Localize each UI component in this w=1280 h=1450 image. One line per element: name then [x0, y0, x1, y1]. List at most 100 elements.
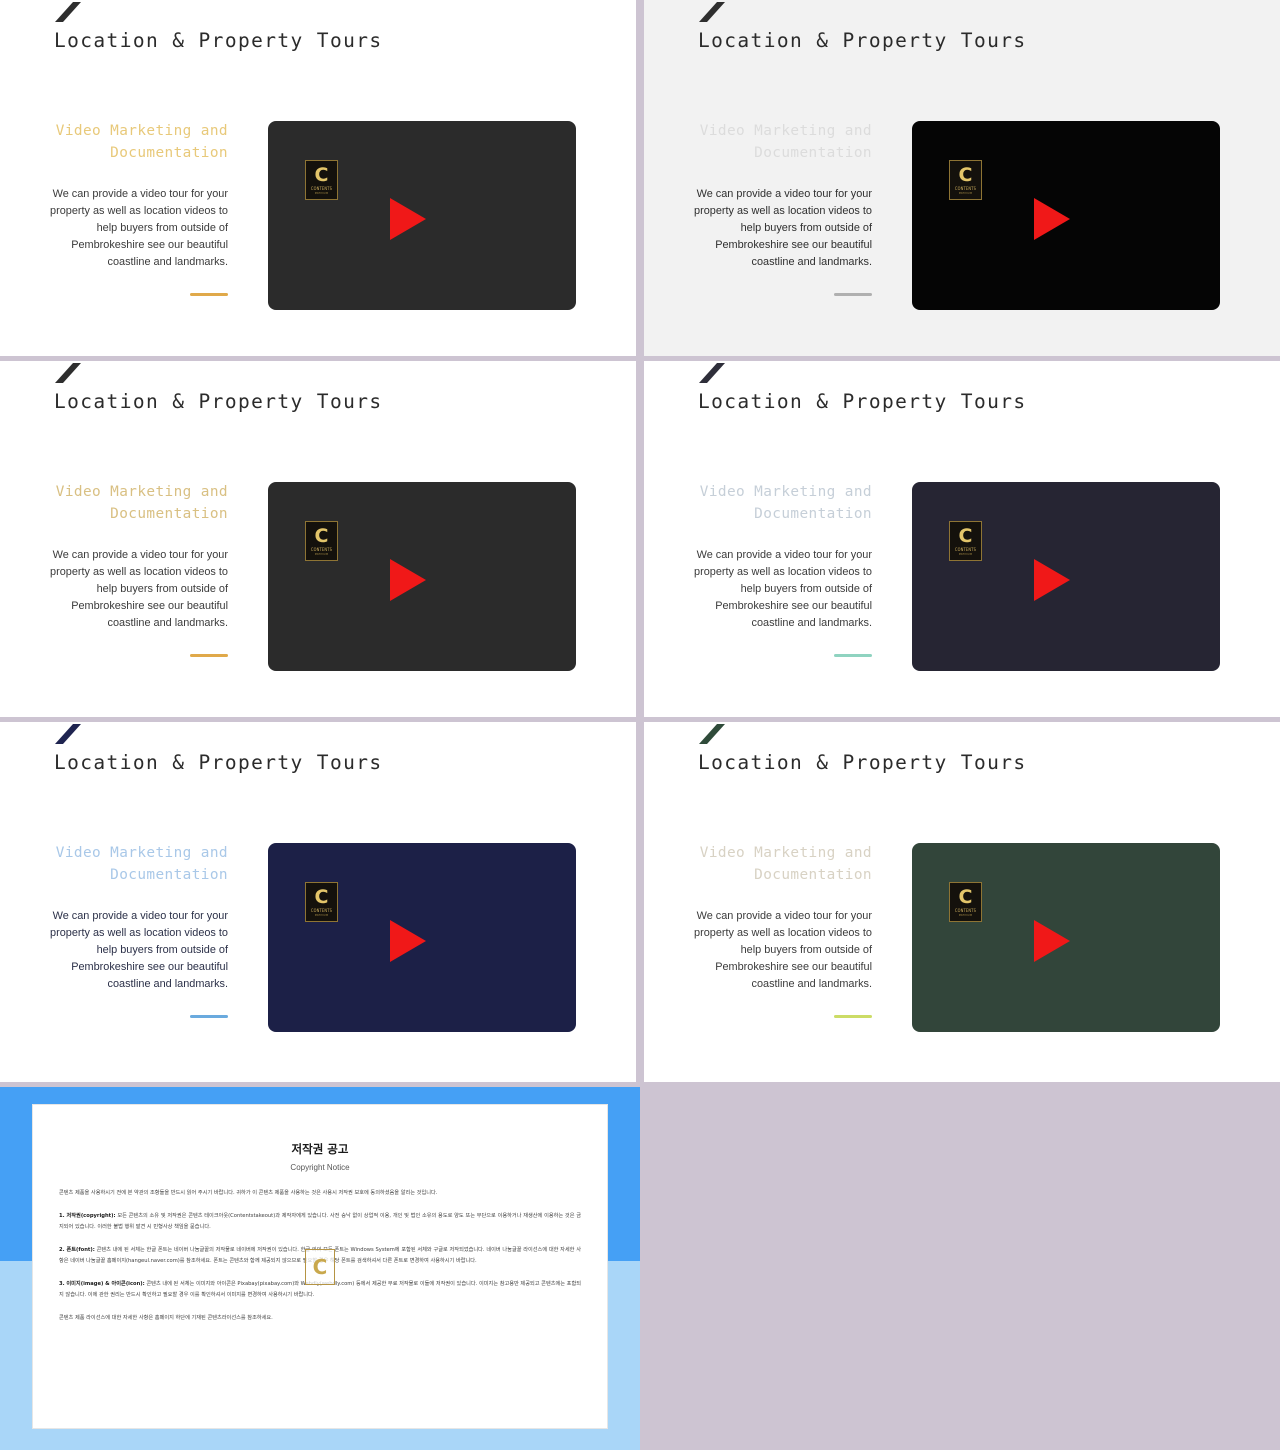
text-column: Video Marketing and Documentation We can p…	[672, 842, 872, 1018]
accent-rule	[834, 1015, 872, 1018]
accent-rule	[190, 293, 228, 296]
play-triangle-icon[interactable]	[390, 198, 426, 240]
text-column: Video Marketing and Documentation We can p…	[672, 120, 872, 296]
slide-content: Location & Property Tours Video Marketing…	[0, 0, 636, 356]
section-heading-line-1: Video Marketing and	[699, 845, 872, 861]
logo-letter-c: C	[958, 524, 973, 547]
logo-subtext: PREMIUM	[314, 191, 329, 195]
section-heading: Video Marketing and Documentation	[672, 120, 872, 164]
copyright-card: 저작권 공고 Copyright Notice 콘텐츠 제품을 사용하시기 전에 본…	[32, 1104, 608, 1429]
corner-slash-icon	[55, 363, 81, 389]
play-triangle-icon[interactable]	[390, 920, 426, 962]
contents-logo-badge: C CONTENTS PREMIUM	[949, 521, 982, 561]
section-body-text: We can provide a video tour for your pro…	[50, 910, 228, 990]
section-heading-line-1: Video Marketing and	[699, 123, 872, 139]
slide-2: Location & Property Tours Video Marketing…	[644, 0, 1280, 356]
slide-6: Location & Property Tours Video Marketing…	[644, 722, 1280, 1082]
logo-wordmark: CONTENTS	[954, 908, 977, 913]
accent-rule	[834, 293, 872, 296]
section-heading: Video Marketing and Documentation	[28, 120, 228, 164]
text-column: Video Marketing and Documentation We can p…	[28, 842, 228, 1018]
video-player[interactable]: C CONTENTS PREMIUM	[912, 482, 1220, 671]
logo-letter-c: C	[314, 885, 329, 908]
contents-logo-badge: C CONTENTS PREMIUM	[305, 882, 338, 922]
contents-logo-badge: C CONTENTS PREMIUM	[305, 521, 338, 561]
accent-rule	[834, 654, 872, 657]
corner-slash-icon	[699, 363, 725, 389]
accent-rule	[190, 654, 228, 657]
section-body-text: We can provide a video tour for your pro…	[694, 549, 872, 629]
section-heading: Video Marketing and Documentation	[28, 842, 228, 886]
text-column: Video Marketing and Documentation We can p…	[28, 481, 228, 657]
section-body-text: We can provide a video tour for your pro…	[694, 188, 872, 268]
slide-title: Location & Property Tours	[54, 390, 383, 413]
section-body-text: We can provide a video tour for your pro…	[50, 188, 228, 268]
copyright-paragraph: 콘텐츠 제품 라이선스에 대한 자세한 사항은 홈페이지 하단에 기재된 콘텐츠…	[59, 1314, 273, 1321]
slide-content: Location & Property Tours Video Marketing…	[0, 722, 636, 1082]
copyright-paragraph-lead: 3. 이미지(image) & 아이콘(icon):	[59, 1280, 145, 1287]
section-body-text: We can provide a video tour for your pro…	[50, 549, 228, 629]
video-player[interactable]: C CONTENTS PREMIUM	[268, 121, 576, 310]
play-triangle-icon[interactable]	[1034, 198, 1070, 240]
slide-grid: Location & Property Tours Video Marketing…	[0, 0, 1280, 1450]
section-heading: Video Marketing and Documentation	[672, 842, 872, 886]
watermark-letter-c: C	[312, 1254, 328, 1279]
slide-5: Location & Property Tours Video Marketing…	[0, 722, 636, 1082]
logo-subtext: PREMIUM	[958, 552, 973, 556]
section-heading-line-1: Video Marketing and	[55, 484, 228, 500]
contents-logo-badge: C CONTENTS PREMIUM	[305, 160, 338, 200]
watermark-logo: C	[305, 1248, 335, 1285]
logo-subtext: PREMIUM	[958, 191, 973, 195]
play-triangle-icon[interactable]	[390, 559, 426, 601]
section-heading-line-2: Documentation	[754, 867, 872, 883]
contents-logo-badge: C CONTENTS PREMIUM	[949, 882, 982, 922]
copyright-subtitle: Copyright Notice	[290, 1163, 350, 1172]
corner-slash-icon	[55, 2, 81, 28]
copyright-paragraph-lead: 2. 폰트(font):	[59, 1246, 95, 1253]
copyright-paragraph: 1. 저작권(copyright): 모든 콘텐츠의 소유 및 저작권은 콘텐츠…	[59, 1212, 581, 1231]
section-heading-line-2: Documentation	[110, 867, 228, 883]
slide-3: Location & Property Tours Video Marketing…	[0, 361, 636, 717]
text-column: Video Marketing and Documentation We can p…	[28, 120, 228, 296]
slide-content: Location & Property Tours Video Marketing…	[644, 0, 1280, 356]
slide-title: Location & Property Tours	[698, 751, 1027, 774]
section-heading-line-2: Documentation	[754, 145, 872, 161]
slide-content: Location & Property Tours Video Marketing…	[644, 361, 1280, 717]
corner-slash-icon	[55, 724, 81, 750]
accent-rule	[190, 1015, 228, 1018]
logo-subtext: PREMIUM	[958, 913, 973, 917]
section-body-text: We can provide a video tour for your pro…	[694, 910, 872, 990]
play-triangle-icon[interactable]	[1034, 559, 1070, 601]
text-column: Video Marketing and Documentation We can p…	[672, 481, 872, 657]
video-player[interactable]: C CONTENTS PREMIUM	[268, 482, 576, 671]
logo-subtext: PREMIUM	[314, 913, 329, 917]
slide-content: Location & Property Tours Video Marketing…	[644, 722, 1280, 1082]
logo-subtext: PREMIUM	[314, 552, 329, 556]
logo-wordmark: CONTENTS	[310, 908, 333, 913]
slide-title: Location & Property Tours	[698, 390, 1027, 413]
logo-letter-c: C	[314, 524, 329, 547]
section-heading-line-1: Video Marketing and	[699, 484, 872, 500]
section-heading-line-2: Documentation	[110, 506, 228, 522]
slide-4: Location & Property Tours Video Marketing…	[644, 361, 1280, 717]
video-player[interactable]: C CONTENTS PREMIUM	[268, 843, 576, 1032]
logo-letter-c: C	[314, 163, 329, 186]
slide-7: 저작권 공고 Copyright Notice 콘텐츠 제품을 사용하시기 전에 본…	[0, 1087, 640, 1450]
corner-slash-icon	[699, 724, 725, 750]
logo-wordmark: CONTENTS	[954, 547, 977, 552]
copyright-paragraph-lead: 1. 저작권(copyright):	[59, 1212, 116, 1219]
logo-letter-c: C	[958, 163, 973, 186]
play-triangle-icon[interactable]	[1034, 920, 1070, 962]
slide-title: Location & Property Tours	[54, 751, 383, 774]
corner-slash-icon	[699, 2, 725, 28]
slide-title: Location & Property Tours	[54, 29, 383, 52]
copyright-title: 저작권 공고	[291, 1142, 349, 1156]
copyright-paragraph: 콘텐츠 제품을 사용하시기 전에 본 약관의 조항들을 반드시 읽어 주시기 바…	[59, 1190, 438, 1196]
logo-wordmark: CONTENTS	[310, 547, 333, 552]
slide-content: Location & Property Tours Video Marketing…	[0, 361, 636, 717]
video-player[interactable]: C CONTENTS PREMIUM	[912, 843, 1220, 1032]
section-heading: Video Marketing and Documentation	[28, 481, 228, 525]
slide-1: Location & Property Tours Video Marketing…	[0, 0, 636, 356]
section-heading-line-1: Video Marketing and	[55, 845, 228, 861]
video-player[interactable]: C CONTENTS PREMIUM	[912, 121, 1220, 310]
